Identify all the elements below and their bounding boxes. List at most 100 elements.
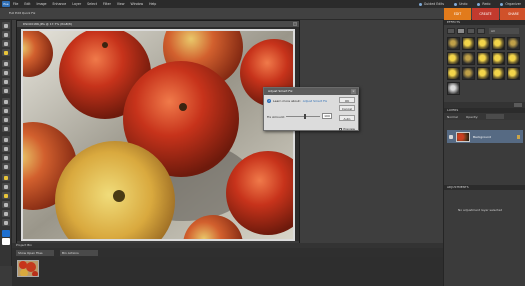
effects-footer xyxy=(444,102,525,108)
thumbnail-image xyxy=(18,261,38,276)
smart-brush-tool-icon[interactable] xyxy=(2,183,10,190)
menu-layer[interactable]: Layer xyxy=(72,2,81,6)
effect-thumbnail[interactable] xyxy=(477,52,490,65)
adjustments-panel: No adjustment layer selected xyxy=(444,190,525,286)
mode-tabs: EDIT CREATE SHARE xyxy=(444,8,525,20)
app-logo: Pse xyxy=(2,1,10,7)
menu-enhance[interactable]: Enhance xyxy=(53,2,67,6)
effect-thumbnail[interactable] xyxy=(492,52,505,65)
cancel-button[interactable]: Cancel xyxy=(339,105,355,111)
lasso-tool-icon[interactable] xyxy=(2,69,10,76)
filters-tab[interactable] xyxy=(447,28,455,34)
fix-amount-label: Fix Amount: xyxy=(267,115,285,119)
tab-edit[interactable]: EDIT xyxy=(444,8,471,20)
foreground-color-swatch[interactable] xyxy=(2,230,10,237)
background-color-swatch[interactable] xyxy=(2,238,10,245)
effect-thumbnail[interactable] xyxy=(477,67,490,80)
eraser-tool-icon[interactable] xyxy=(2,163,10,170)
healing-brush-tool-icon[interactable] xyxy=(2,145,10,152)
effects-category-select[interactable]: All xyxy=(489,28,519,34)
layer-styles-tab[interactable] xyxy=(467,28,475,34)
visibility-eye-icon[interactable] xyxy=(449,134,453,139)
menu-bar: Pse File Edit Image Enhance Layer Select… xyxy=(0,0,525,8)
menu-help[interactable]: Help xyxy=(149,2,156,6)
learn-more-link[interactable]: Adjust Smart Fix xyxy=(303,99,327,103)
menu-view[interactable]: View xyxy=(117,2,125,6)
effect-thumbnail[interactable] xyxy=(447,37,460,50)
layer-row-background[interactable]: Background xyxy=(447,130,523,143)
menu-file[interactable]: File xyxy=(13,2,18,6)
clone-stamp-tool-icon[interactable] xyxy=(2,154,10,161)
effects-tabs xyxy=(447,28,485,34)
menu-image[interactable]: Image xyxy=(37,2,47,6)
effect-thumbnail[interactable] xyxy=(462,52,475,65)
red-eye-tool-icon[interactable] xyxy=(2,136,10,143)
redo-button[interactable]: Redo xyxy=(477,2,490,6)
close-document-icon[interactable]: × xyxy=(293,22,297,26)
effect-thumbnail[interactable] xyxy=(447,82,460,95)
tab-share[interactable]: SHARE xyxy=(500,8,525,20)
apply-effect-button[interactable] xyxy=(514,103,522,107)
effect-thumbnail[interactable] xyxy=(492,37,505,50)
menu-right-group: Guided Edits Undo Redo Organizer xyxy=(418,0,521,8)
effect-thumbnail[interactable] xyxy=(492,67,505,80)
fix-amount-field[interactable]: 100 xyxy=(322,113,332,119)
slider-thumb[interactable] xyxy=(304,114,306,119)
organizer-button[interactable]: Organizer xyxy=(500,2,521,6)
move-tool-icon[interactable] xyxy=(2,22,10,29)
effect-thumbnail[interactable] xyxy=(447,52,460,65)
edit-mode-tabs[interactable]: Full Edit Quick Fix xyxy=(9,11,35,15)
project-bin-toolbar: Show Open Files Bin Actions xyxy=(12,248,443,257)
effect-thumbnail[interactable] xyxy=(507,37,520,50)
auto-button[interactable]: Auto xyxy=(339,115,355,121)
undo-button[interactable]: Undo xyxy=(454,2,467,6)
effect-thumbnail[interactable] xyxy=(507,52,520,65)
effect-thumbnail[interactable] xyxy=(477,37,490,50)
artwork-tab[interactable] xyxy=(477,28,485,34)
ok-button[interactable]: OK xyxy=(339,97,355,103)
dialog-close-icon[interactable]: × xyxy=(351,89,356,94)
tab-create[interactable]: CREATE xyxy=(472,8,499,20)
preview-checkbox[interactable]: ✓ xyxy=(339,127,342,131)
image-canvas[interactable] xyxy=(21,29,295,241)
menu-select[interactable]: Select xyxy=(87,2,97,6)
adjust-smart-fix-dialog: Adjust Smart Fix × ? Learn more about: A… xyxy=(263,87,359,131)
show-open-files-select[interactable]: Show Open Files xyxy=(16,249,54,256)
menu-window[interactable]: Window xyxy=(130,2,143,6)
open-file-thumbnail[interactable] xyxy=(17,260,39,277)
effect-thumbnail[interactable] xyxy=(462,67,475,80)
effect-thumbnail[interactable] xyxy=(462,37,475,50)
effect-thumbnail[interactable] xyxy=(447,67,460,80)
hand-tool-icon[interactable] xyxy=(2,40,10,47)
crop-tool-icon[interactable] xyxy=(2,107,10,114)
blur-tool-icon[interactable] xyxy=(2,219,10,226)
cookie-cutter-tool-icon[interactable] xyxy=(2,116,10,123)
type-tool-icon[interactable] xyxy=(2,98,10,105)
bin-actions-menu[interactable]: Bin Actions xyxy=(60,249,98,256)
menu-filter[interactable]: Filter xyxy=(103,2,111,6)
dialog-title-bar[interactable]: Adjust Smart Fix × xyxy=(264,88,358,95)
shape-tool-icon[interactable] xyxy=(2,210,10,217)
preview-checkbox-row[interactable]: ✓ Preview xyxy=(339,127,355,131)
quick-selection-tool-icon[interactable] xyxy=(2,87,10,94)
brush-tool-icon[interactable] xyxy=(2,174,10,181)
paint-bucket-tool-icon[interactable] xyxy=(2,192,10,199)
project-bin-area xyxy=(12,257,443,286)
eyedropper-tool-icon[interactable] xyxy=(2,49,10,56)
document-tab[interactable]: DSC00186.JPG @ 17.7% (RGB/8) xyxy=(17,21,299,27)
straighten-tool-icon[interactable] xyxy=(2,125,10,132)
organizer-icon xyxy=(500,2,504,6)
opacity-field[interactable] xyxy=(486,114,505,119)
marquee-tool-icon[interactable] xyxy=(2,60,10,67)
effect-thumbnail[interactable] xyxy=(507,67,520,80)
blend-mode-select[interactable]: Normal xyxy=(447,115,458,119)
gradient-tool-icon[interactable] xyxy=(2,201,10,208)
preview-label: Preview xyxy=(343,127,355,131)
photo-effects-tab[interactable] xyxy=(457,28,465,34)
document-window: DSC00186.JPG @ 17.7% (RGB/8) × xyxy=(16,20,300,248)
zoom-tool-icon[interactable] xyxy=(2,31,10,38)
menu-edit[interactable]: Edit xyxy=(24,2,30,6)
fix-amount-slider[interactable] xyxy=(286,114,320,119)
magic-wand-tool-icon[interactable] xyxy=(2,78,10,85)
guided-edits-button[interactable]: Guided Edits xyxy=(418,2,444,6)
